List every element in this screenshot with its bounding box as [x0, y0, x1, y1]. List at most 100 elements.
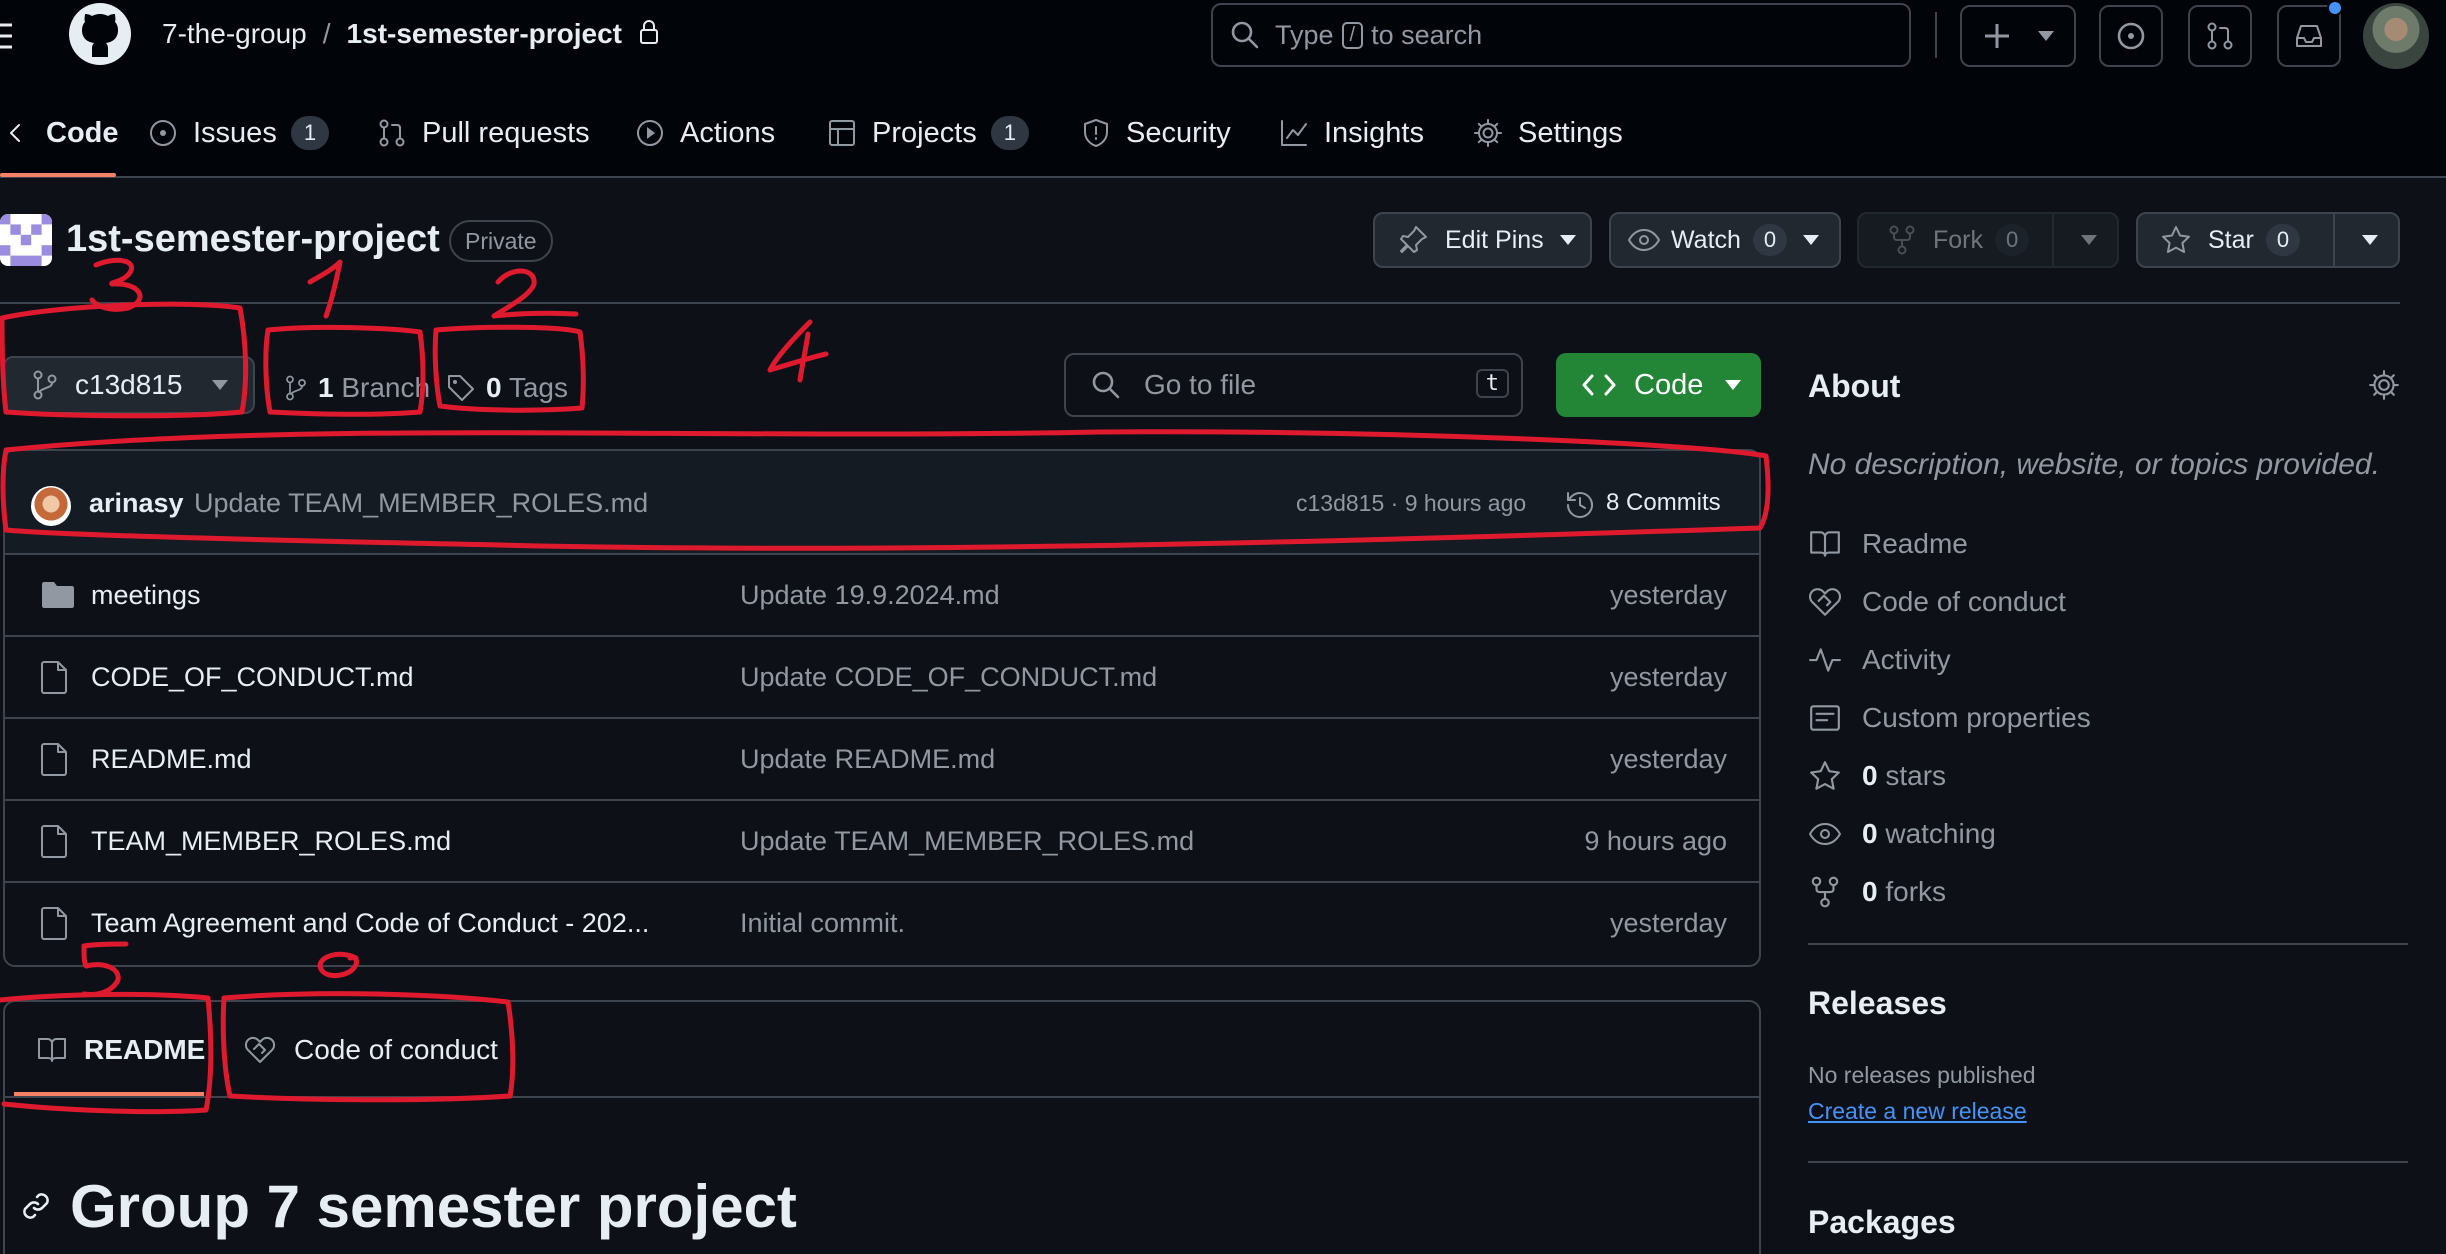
- file-date: yesterday: [1609, 743, 1727, 774]
- tab-issues-label: Issues: [193, 116, 277, 149]
- tab-issues[interactable]: Issues 1: [147, 108, 330, 158]
- tab-code-of-conduct[interactable]: Code of conduct: [244, 1030, 498, 1070]
- file-commit-message[interactable]: Update 19.9.2024.md: [740, 580, 1000, 611]
- repo-link[interactable]: 1st-semester-project: [347, 18, 622, 50]
- watch-label: Watch: [1671, 225, 1741, 254]
- tab-readme[interactable]: README: [36, 1030, 205, 1070]
- breadcrumb-separator: /: [322, 18, 331, 49]
- code-button[interactable]: Code: [1556, 353, 1761, 417]
- about-settings-gear-icon[interactable]: [2367, 368, 2401, 402]
- sidebar-item-activity[interactable]: Activity: [1808, 640, 1951, 680]
- tab-security-label: Security: [1126, 116, 1231, 149]
- sidebar-item-watching[interactable]: 0 watching: [1808, 814, 1996, 854]
- edit-pins-button[interactable]: Edit Pins: [1373, 212, 1592, 268]
- tag-count: 0: [486, 372, 502, 403]
- star-button[interactable]: Star 0: [2136, 212, 2400, 268]
- play-icon: [634, 117, 666, 149]
- about-description: No description, website, or topics provi…: [1808, 448, 2380, 481]
- menu-icon[interactable]: [0, 20, 14, 52]
- branch-icon: [284, 373, 308, 403]
- search-icon: [1229, 19, 1261, 51]
- packages-title[interactable]: Packages: [1808, 1204, 1956, 1241]
- commit-sha-time[interactable]: c13d815 · 9 hours ago: [1296, 490, 1526, 517]
- search-input[interactable]: Type / to search: [1211, 3, 1911, 67]
- fork-icon: [1808, 875, 1842, 909]
- file-name[interactable]: Team Agreement and Code of Conduct - 202…: [91, 908, 649, 939]
- fork-icon: [1887, 224, 1917, 256]
- shield-icon: [1080, 117, 1112, 149]
- tab-security[interactable]: Security: [1080, 108, 1231, 158]
- releases-title[interactable]: Releases: [1808, 985, 1947, 1022]
- file-name[interactable]: TEAM_MEMBER_ROLES.md: [91, 826, 451, 857]
- star-count: 0: [2265, 224, 2301, 256]
- owner-link[interactable]: 7-the-group: [162, 18, 307, 50]
- issue-icon: [2115, 20, 2147, 52]
- file-icon: [41, 660, 69, 694]
- repo-title[interactable]: 1st-semester-project: [66, 218, 440, 261]
- tab-projects-label: Projects: [872, 116, 977, 149]
- tab-code[interactable]: Code: [0, 108, 119, 158]
- sidebar-item-code-of-conduct[interactable]: Code of conduct: [1808, 582, 2066, 622]
- file-commit-message[interactable]: Initial commit.: [740, 908, 905, 939]
- link-icon[interactable]: [20, 1190, 52, 1222]
- history-icon: [1563, 488, 1597, 522]
- tab-settings[interactable]: Settings: [1472, 108, 1623, 158]
- avatar[interactable]: [2363, 3, 2429, 69]
- tag-label: Tags: [508, 372, 569, 403]
- tab-insights[interactable]: Insights: [1278, 108, 1424, 158]
- tab-projects[interactable]: Projects 1: [826, 108, 1030, 158]
- list-item[interactable]: Team Agreement and Code of Conduct - 202…: [5, 881, 1759, 963]
- code-icon: [1582, 373, 1616, 397]
- list-item[interactable]: README.md Update README.md yesterday: [5, 717, 1759, 799]
- commit-author[interactable]: arinasy: [89, 488, 184, 519]
- sidebar-item-readme[interactable]: Readme: [1808, 524, 1968, 564]
- readme-tab-underline: [14, 1092, 204, 1096]
- sidebar-item-stars[interactable]: 0 stars: [1808, 756, 1946, 796]
- lock-icon: [638, 18, 660, 50]
- github-logo-icon[interactable]: [68, 2, 132, 66]
- file-commit-message[interactable]: Update README.md: [740, 744, 995, 775]
- graph-icon: [1278, 117, 1310, 149]
- note-icon: [1808, 701, 1842, 735]
- branch-selector[interactable]: c13d815: [3, 356, 255, 414]
- tab-actions[interactable]: Actions: [634, 108, 775, 158]
- file-commit-message[interactable]: Update CODE_OF_CONDUCT.md: [740, 662, 1157, 693]
- no-releases-text: No releases published: [1808, 1062, 2036, 1088]
- list-item[interactable]: meetings Update 19.9.2024.md yesterday: [5, 553, 1759, 635]
- tab-pull-requests-label: Pull requests: [422, 116, 590, 149]
- list-item[interactable]: TEAM_MEMBER_ROLES.md Update TEAM_MEMBER_…: [5, 799, 1759, 881]
- branch-label: Branch: [341, 372, 431, 403]
- inbox-icon: [2293, 20, 2325, 52]
- title-divider: [0, 302, 2400, 304]
- eye-icon: [1808, 817, 1842, 851]
- tab-code-underline: [0, 173, 116, 177]
- file-name[interactable]: README.md: [91, 744, 252, 775]
- commit-message[interactable]: Update TEAM_MEMBER_ROLES.md: [194, 488, 648, 519]
- issues-button[interactable]: [2099, 5, 2163, 67]
- commits-link[interactable]: 8 Commits: [1606, 489, 1721, 517]
- heart-handshake-icon: [1808, 585, 1842, 619]
- file-name[interactable]: CODE_OF_CONDUCT.md: [91, 662, 414, 693]
- file-name[interactable]: meetings: [91, 580, 201, 611]
- tab-pull-requests[interactable]: Pull requests: [376, 108, 590, 158]
- plus-icon: [1982, 21, 2012, 51]
- file-table: arinasy Update TEAM_MEMBER_ROLES.md c13d…: [3, 449, 1761, 967]
- pull-requests-button[interactable]: [2188, 5, 2252, 67]
- tags-link[interactable]: 0 Tags: [446, 368, 568, 408]
- create-new-button[interactable]: [1960, 5, 2076, 67]
- readme-heading: Group 7 semester project: [70, 1173, 797, 1240]
- list-item[interactable]: CODE_OF_CONDUCT.md Update CODE_OF_CONDUC…: [5, 635, 1759, 717]
- forks-count: 0: [1862, 876, 1878, 907]
- branch-icon: [31, 369, 59, 401]
- watch-button[interactable]: Watch 0: [1609, 212, 1841, 268]
- file-commit-message[interactable]: Update TEAM_MEMBER_ROLES.md: [740, 826, 1194, 857]
- sidebar-item-label: Custom properties: [1862, 702, 2091, 733]
- sidebar-item-forks[interactable]: 0 forks: [1808, 872, 1946, 912]
- branches-link[interactable]: 1 Branch: [284, 368, 430, 408]
- go-to-file-input[interactable]: Go to file t: [1064, 353, 1523, 417]
- author-avatar[interactable]: [31, 486, 71, 526]
- chevron-down-icon: [1803, 235, 1820, 245]
- sidebar-item-custom-properties[interactable]: Custom properties: [1808, 698, 2091, 738]
- create-release-link[interactable]: Create a new release: [1808, 1098, 2027, 1125]
- fork-button[interactable]: Fork 0: [1857, 212, 2119, 268]
